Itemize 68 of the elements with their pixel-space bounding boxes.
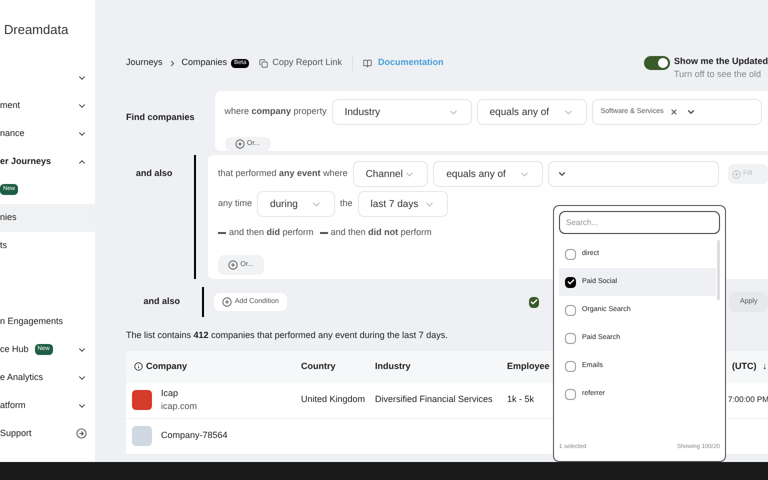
table-cell-text: Diversified Financial Services (375, 393, 494, 406)
breadcrumb-current: Companies (182, 56, 228, 70)
copy-link-button[interactable]: Copy Report Link (259, 56, 342, 70)
sequence-option: and then did perform (229, 226, 314, 240)
company-logo (132, 426, 152, 446)
sidebar-item[interactable]: ts (0, 232, 95, 260)
column-header[interactable]: Country (301, 360, 375, 374)
condition-text: where company property (224, 105, 327, 118)
table-cell-text: United Kingdom (301, 393, 366, 406)
sidebar-item[interactable]: e Analytics (0, 364, 95, 392)
company-domain: icap.com (161, 400, 198, 413)
search-field[interactable]: Search... (559, 211, 720, 234)
sidebar-item[interactable]: atform (0, 392, 95, 420)
sidebar-item[interactable]: Support (0, 420, 95, 448)
column-header[interactable]: Industry (375, 360, 507, 374)
sidebar-item[interactable]: ment (0, 92, 95, 120)
brand-name: Dreamdata (3, 21, 70, 39)
company-name[interactable]: Company-78564 (161, 429, 228, 443)
info-icon (134, 362, 143, 371)
arrow-circle-icon (76, 428, 87, 439)
toggle-title: Show me the Updated (674, 54, 768, 68)
sort-indicator[interactable]: ↓ (762, 360, 767, 374)
property-select[interactable]: Channel (352, 161, 428, 187)
operator-select[interactable]: equals any of (476, 99, 587, 125)
condition-text: that performed any event where (218, 167, 348, 180)
checkbox[interactable] (565, 388, 576, 400)
plus-circle-icon (234, 139, 245, 149)
plus-circle-icon (732, 170, 742, 178)
chevron-down-icon (686, 107, 696, 117)
row-label: and also (143, 296, 180, 306)
row-label: and also (136, 168, 172, 178)
checkbox[interactable] (565, 304, 576, 316)
operator-select[interactable]: equals any of (433, 161, 543, 187)
sidebar-item[interactable]: n Engagements (0, 308, 95, 336)
checkbox[interactable] (565, 276, 576, 288)
minus-icon (320, 232, 328, 234)
toggle-subtitle: Turn off to see the old (674, 68, 762, 81)
toggle-switch[interactable] (644, 56, 670, 70)
row-label: Find companies (126, 112, 195, 122)
book-icon (362, 58, 372, 68)
table-cell: 7:00:00 PM (728, 394, 768, 406)
company-name[interactable]: Icap (161, 386, 198, 400)
breadcrumb-link[interactable]: Journeys (126, 56, 163, 70)
company-logo (132, 390, 152, 410)
checkbox[interactable] (565, 360, 576, 372)
sidebar-item[interactable]: nies (0, 204, 95, 232)
minus-icon (218, 232, 226, 234)
scrollbar[interactable] (717, 240, 720, 300)
chevron-down-icon (556, 169, 567, 179)
sequence-option: and then did not perform (330, 226, 432, 240)
checkbox[interactable] (565, 248, 576, 260)
summary-text: The list contains 412 companies that performed any event during the last 7 days. (126, 329, 448, 342)
plus-circle-icon (222, 297, 232, 307)
sidebar-item[interactable]: nance (0, 120, 95, 148)
column-header[interactable]: (UTC) (732, 360, 756, 374)
copy-icon (259, 58, 268, 68)
checkbox[interactable] (565, 332, 576, 344)
property-select[interactable]: Industry (332, 99, 472, 125)
time-range-select[interactable]: last 7 days (358, 191, 448, 217)
sidebar-item[interactable]: er Journeys (0, 148, 95, 176)
time-operator-select[interactable]: during (257, 191, 336, 217)
column-header[interactable]: Company (126, 360, 301, 374)
table-cell-text: 1k - 5k (507, 393, 536, 406)
checkbox[interactable] (528, 296, 540, 308)
remove-icon[interactable] (670, 108, 678, 116)
condition-text: any time (218, 197, 252, 210)
condition-text: the (340, 197, 353, 210)
plus-circle-icon (228, 260, 238, 270)
